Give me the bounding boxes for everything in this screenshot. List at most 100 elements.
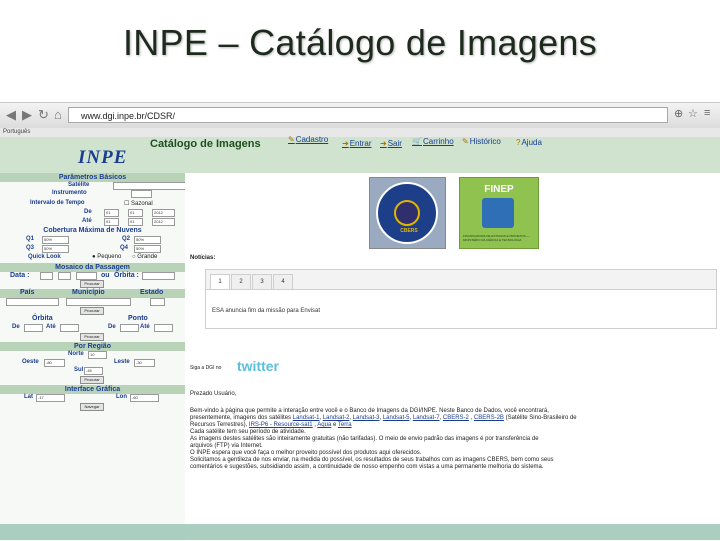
news-tab-2[interactable]: 2 bbox=[231, 274, 251, 290]
to-day[interactable]: 01 bbox=[104, 218, 119, 226]
text-line: presentemente, imagens dos satélites Lan… bbox=[190, 415, 577, 421]
north-field[interactable]: 10 bbox=[88, 351, 107, 359]
city-select[interactable] bbox=[66, 298, 131, 306]
menu-carrinho[interactable]: 🛒Carrinho bbox=[412, 137, 454, 146]
link-irs-p6[interactable]: IRS-P6 - Resource-sat1 bbox=[249, 422, 313, 428]
or-label: ou bbox=[101, 272, 110, 279]
mosaic-month[interactable] bbox=[58, 272, 71, 280]
slide-title: INPE – Catálogo de Imagens bbox=[122, 22, 598, 63]
orbit-to[interactable] bbox=[60, 324, 79, 332]
west-field[interactable]: -80 bbox=[44, 359, 65, 367]
browser-toolbar: ◀ ▶ ↻ ⌂ www.dgi.inpe.br/CDSR/ ⊕ ☆ ≡ bbox=[0, 103, 720, 129]
q1-label: Q1 bbox=[26, 236, 35, 242]
home-icon[interactable]: ⌂ bbox=[54, 107, 62, 122]
to-label: Até bbox=[82, 218, 92, 224]
news-message[interactable]: ESA anuncia fim da missão para Envisat bbox=[212, 308, 320, 314]
navigate-button[interactable]: Navegar bbox=[80, 403, 104, 411]
browser-screenshot: ◀ ▶ ↻ ⌂ www.dgi.inpe.br/CDSR/ ⊕ ☆ ≡ Port… bbox=[0, 102, 720, 541]
to-year[interactable]: 2012 bbox=[152, 218, 175, 226]
instrument-select[interactable] bbox=[131, 190, 152, 198]
mosaic-orbit[interactable] bbox=[142, 272, 175, 280]
cbers-text: CBERS bbox=[400, 228, 418, 234]
to-month[interactable]: 01 bbox=[128, 218, 143, 226]
menu-historico[interactable]: ✎Histórico bbox=[462, 137, 501, 146]
menu-cadastro[interactable]: ✎Cadastro bbox=[288, 135, 328, 144]
menu-ajuda[interactable]: ?Ajuda bbox=[516, 138, 542, 147]
finep-subtitle: FINANCIADORA DE ESTUDOS E PROJETOS — MIN… bbox=[463, 234, 530, 242]
back-icon[interactable]: ◀ bbox=[6, 107, 16, 123]
twitter-logo[interactable]: twitter bbox=[237, 358, 279, 374]
main-content: CBERS FINEP FINANCIADORA DE ESTUDOS E PR… bbox=[185, 173, 720, 541]
east-label: Leste bbox=[114, 359, 130, 365]
country-select[interactable] bbox=[6, 298, 59, 306]
link-cbers2b[interactable]: CBERS-2B bbox=[474, 415, 504, 421]
welcome-text: Bem-vindo à página que permite a interaç… bbox=[190, 408, 718, 471]
point-to-label: Até bbox=[140, 324, 150, 330]
satellite-icon bbox=[394, 200, 420, 226]
mosaic-search-button[interactable]: Procurar bbox=[80, 280, 104, 288]
data-label: Data : bbox=[10, 272, 30, 279]
east-field[interactable]: -30 bbox=[134, 359, 155, 367]
lon-field[interactable]: -60 bbox=[130, 394, 159, 402]
orbit-search-button[interactable]: Procurar bbox=[80, 333, 104, 341]
locality-search-button[interactable]: Procurar bbox=[80, 307, 104, 315]
entrar-icon: ➜ bbox=[342, 139, 349, 148]
from-month[interactable]: 01 bbox=[128, 209, 143, 217]
menu-entrar[interactable]: ➜Entrar bbox=[342, 139, 372, 148]
news-tab-3[interactable]: 3 bbox=[252, 274, 272, 290]
from-label: De bbox=[84, 209, 92, 215]
mosaic-day[interactable] bbox=[40, 272, 53, 280]
state-select[interactable] bbox=[150, 298, 165, 306]
link-landsat1[interactable]: Landsat-1 bbox=[293, 415, 320, 421]
news-tab-1[interactable]: 1 bbox=[210, 274, 230, 290]
point-from[interactable] bbox=[120, 324, 139, 332]
q3-select[interactable]: 50% bbox=[42, 245, 69, 253]
link-terra[interactable]: Terra bbox=[338, 422, 352, 428]
link-aqua[interactable]: Aqua bbox=[317, 422, 331, 428]
mosaic-year[interactable] bbox=[76, 272, 97, 280]
bookmark-portugues[interactable]: Português bbox=[3, 129, 30, 135]
orbit-section-label: Órbita bbox=[32, 315, 53, 322]
link-landsat7[interactable]: Landsat-7 bbox=[413, 415, 440, 421]
link-cbers2[interactable]: CBERS-2 bbox=[443, 415, 469, 421]
text-line: arquivos (FTP) via Internet. bbox=[190, 443, 263, 449]
menu-icon[interactable]: ≡ bbox=[704, 107, 710, 119]
region-search-button[interactable]: Procurar bbox=[80, 376, 104, 384]
point-to[interactable] bbox=[154, 324, 173, 332]
from-day[interactable]: 01 bbox=[104, 209, 119, 217]
orbit-from[interactable] bbox=[24, 324, 43, 332]
follow-label: Siga a DGI no bbox=[190, 365, 222, 371]
forward-icon[interactable]: ▶ bbox=[22, 107, 32, 123]
south-field[interactable]: -45 bbox=[84, 367, 103, 375]
large-radio[interactable]: ○ Grande bbox=[132, 254, 157, 260]
menu-sair[interactable]: ➜Sair bbox=[380, 139, 402, 148]
slide-footer-strip bbox=[0, 524, 720, 540]
q2-select[interactable]: 50% bbox=[134, 236, 161, 244]
news-tab-4[interactable]: 4 bbox=[273, 274, 293, 290]
sair-icon: ➜ bbox=[380, 139, 387, 148]
seasonal-checkbox[interactable]: ☐ Sazonal bbox=[124, 200, 153, 207]
cbers-logo: CBERS bbox=[369, 177, 446, 249]
cadastro-icon: ✎ bbox=[288, 135, 295, 144]
small-radio[interactable]: ● Pequeno bbox=[92, 254, 121, 260]
link-landsat5[interactable]: Landsat-5 bbox=[383, 415, 410, 421]
link-landsat3[interactable]: Landsat-3 bbox=[353, 415, 380, 421]
q1-select[interactable]: 50% bbox=[42, 236, 69, 244]
star-icon[interactable]: ☆ bbox=[688, 107, 698, 120]
reload-icon[interactable]: ↻ bbox=[38, 107, 49, 123]
text-line: Solicitamos a gentileza de nos enviar, n… bbox=[190, 457, 554, 463]
from-year[interactable]: 2012 bbox=[152, 209, 175, 217]
lat-field[interactable]: -17 bbox=[36, 394, 65, 402]
inpe-logo: INPE bbox=[78, 147, 128, 168]
q4-select[interactable]: 50% bbox=[134, 245, 161, 253]
orbit-to-label: Até bbox=[46, 324, 56, 330]
zoom-icon[interactable]: ⊕ bbox=[674, 107, 683, 120]
satellite-select[interactable] bbox=[113, 182, 186, 190]
greeting: Prezado Usuário, bbox=[190, 391, 237, 397]
section-grafica: Interface Gráfica bbox=[0, 385, 185, 394]
quicklook-label: Quick Look bbox=[28, 254, 61, 260]
address-bar[interactable]: www.dgi.inpe.br/CDSR/ bbox=[68, 107, 668, 123]
news-label: Notícias: bbox=[190, 255, 216, 261]
link-landsat2[interactable]: Landsat-2 bbox=[323, 415, 350, 421]
cart-icon: 🛒 bbox=[412, 137, 422, 146]
